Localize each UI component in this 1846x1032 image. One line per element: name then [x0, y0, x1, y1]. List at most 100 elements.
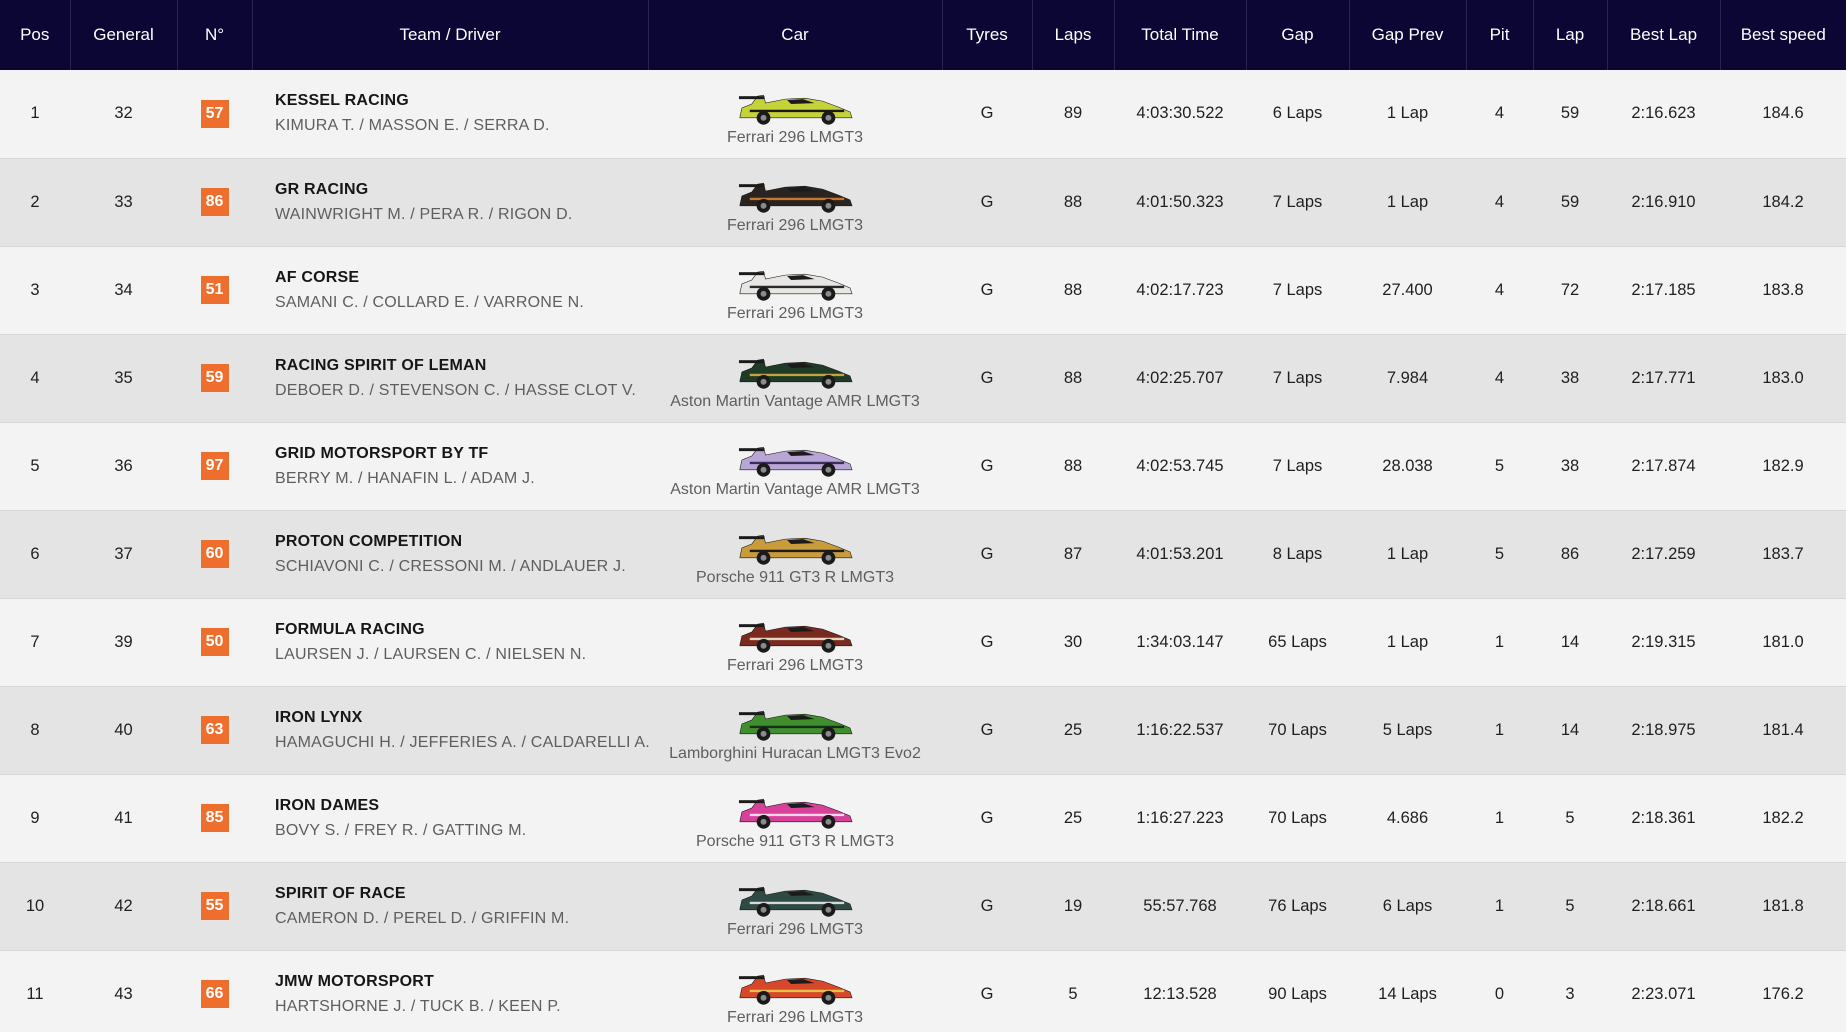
pos-cell: 7 [0, 598, 70, 687]
col-general-header[interactable]: General [70, 0, 178, 70]
car-model: Lamborghini Huracan LMGT3 Evo2 [669, 745, 921, 762]
table-row[interactable]: 11 43 66 JMW MOTORSPORT HARTSHORNE J. / … [0, 950, 1846, 1032]
col-number-header[interactable]: N° [177, 0, 253, 70]
table-row[interactable]: 3 34 51 AF CORSE SAMANI C. / COLLARD E. … [0, 246, 1846, 335]
car-cell: Ferrari 296 LMGT3 [648, 158, 942, 247]
gap-cell: 76 Laps [1246, 862, 1349, 951]
lap-cell: 5 [1533, 862, 1607, 951]
car-model: Ferrari 296 LMGT3 [726, 128, 864, 146]
gap-cell: 8 Laps [1246, 510, 1349, 599]
team-name[interactable]: SPIRIT OF RACE [275, 885, 648, 903]
team-name[interactable]: AF CORSE [275, 269, 648, 287]
pit-cell: 1 [1466, 862, 1533, 951]
team-driver-cell[interactable]: AF CORSE SAMANI C. / COLLARD E. / VARRON… [252, 246, 648, 335]
pit-cell: 5 [1466, 422, 1533, 511]
table-row[interactable]: 10 42 55 SPIRIT OF RACE CAMERON D. / PER… [0, 862, 1846, 951]
race-car-livery-icon [738, 798, 853, 829]
col-lap-header[interactable]: Lap [1533, 0, 1608, 70]
team-name[interactable]: RACING SPIRIT OF LEMAN [275, 357, 648, 375]
col-car-header[interactable]: Car [648, 0, 943, 70]
general-cell: 42 [70, 862, 177, 951]
table-row[interactable]: 7 39 50 FORMULA RACING LAURSEN J. / LAUR… [0, 598, 1846, 687]
car-model: Porsche 911 GT3 R LMGT3 [696, 569, 894, 586]
col-best-lap-header[interactable]: Best Lap [1607, 0, 1721, 70]
gap-cell: 7 Laps [1246, 246, 1349, 335]
team-driver-cell[interactable]: PROTON COMPETITION SCHIAVONI C. / CRESSO… [252, 510, 648, 599]
pit-cell: 4 [1466, 158, 1533, 247]
team-driver-cell[interactable]: KESSEL RACING KIMURA T. / MASSON E. / SE… [252, 70, 648, 159]
lap-cell: 38 [1533, 334, 1607, 423]
team-name[interactable]: GRID MOTORSPORT BY TF [275, 445, 648, 463]
gap-cell: 90 Laps [1246, 950, 1349, 1032]
best-speed-cell: 184.6 [1720, 70, 1846, 159]
total-time-cell: 4:02:53.745 [1114, 422, 1246, 511]
team-driver-cell[interactable]: GRID MOTORSPORT BY TF BERRY M. / HANAFIN… [252, 422, 648, 511]
race-car-livery-icon [738, 886, 853, 917]
lap-cell: 38 [1533, 422, 1607, 511]
best-speed-cell: 183.0 [1720, 334, 1846, 423]
col-total-time-header[interactable]: Total Time [1114, 0, 1247, 70]
car-cell: Ferrari 296 LMGT3 [648, 950, 942, 1032]
col-gap-header[interactable]: Gap [1246, 0, 1350, 70]
lap-cell: 59 [1533, 70, 1607, 159]
car-cell: Ferrari 296 LMGT3 [648, 70, 942, 159]
team-name[interactable]: PROTON COMPETITION [275, 533, 648, 551]
pos-cell: 5 [0, 422, 70, 511]
team-driver-cell[interactable]: GR RACING WAINWRIGHT M. / PERA R. / RIGO… [252, 158, 648, 247]
gap-prev-cell: 7.984 [1349, 334, 1466, 423]
laps-cell: 89 [1032, 70, 1114, 159]
car-cell: Ferrari 296 LMGT3 [648, 598, 942, 687]
table-row[interactable]: 8 40 63 IRON LYNX HAMAGUCHI H. / JEFFERI… [0, 686, 1846, 775]
tyres-cell: G [942, 422, 1032, 511]
team-name[interactable]: IRON DAMES [275, 797, 648, 815]
col-gap-prev-header[interactable]: Gap Prev [1349, 0, 1467, 70]
table-row[interactable]: 2 33 86 GR RACING WAINWRIGHT M. / PERA R… [0, 158, 1846, 247]
team-driver-cell[interactable]: IRON DAMES BOVY S. / FREY R. / GATTING M… [252, 774, 648, 863]
gap-prev-cell: 1 Lap [1349, 598, 1466, 687]
col-tyres-header[interactable]: Tyres [942, 0, 1033, 70]
general-cell: 32 [70, 70, 177, 159]
col-team-driver-header[interactable]: Team / Driver [252, 0, 649, 70]
team-driver-cell[interactable]: FORMULA RACING LAURSEN J. / LAURSEN C. /… [252, 598, 648, 687]
general-cell: 36 [70, 422, 177, 511]
gap-cell: 7 Laps [1246, 334, 1349, 423]
best-lap-cell: 2:17.771 [1607, 334, 1720, 423]
gap-cell: 70 Laps [1246, 774, 1349, 863]
col-laps-header[interactable]: Laps [1032, 0, 1115, 70]
table-row[interactable]: 9 41 85 IRON DAMES BOVY S. / FREY R. / G… [0, 774, 1846, 863]
table-row[interactable]: 1 32 57 KESSEL RACING KIMURA T. / MASSON… [0, 70, 1846, 159]
team-name[interactable]: KESSEL RACING [275, 92, 648, 110]
team-driver-cell[interactable]: JMW MOTORSPORT HARTSHORNE J. / TUCK B. /… [252, 950, 648, 1032]
car-number-badge: 63 [200, 716, 229, 744]
col-best-speed-header[interactable]: Best speed [1720, 0, 1846, 70]
pos-cell: 6 [0, 510, 70, 599]
car-number-badge: 55 [200, 892, 229, 920]
car-number-badge: 97 [200, 452, 229, 480]
lap-cell: 5 [1533, 774, 1607, 863]
col-pos-header[interactable]: Pos [0, 0, 71, 70]
team-driver-cell[interactable]: SPIRIT OF RACE CAMERON D. / PEREL D. / G… [252, 862, 648, 951]
number-cell: 57 [177, 70, 252, 159]
team-driver-cell[interactable]: RACING SPIRIT OF LEMAN DEBOER D. / STEVE… [252, 334, 648, 423]
best-speed-cell: 176.2 [1720, 950, 1846, 1032]
number-cell: 66 [177, 950, 252, 1032]
team-name[interactable]: JMW MOTORSPORT [275, 973, 648, 991]
driver-names: WAINWRIGHT M. / PERA R. / RIGON D. [275, 205, 573, 223]
team-name[interactable]: GR RACING [275, 181, 648, 199]
team-driver-cell[interactable]: IRON LYNX HAMAGUCHI H. / JEFFERIES A. / … [252, 686, 650, 775]
gap-prev-cell: 6 Laps [1349, 862, 1466, 951]
team-name[interactable]: FORMULA RACING [275, 621, 648, 639]
gap-prev-cell: 14 Laps [1349, 950, 1466, 1032]
results-table: Pos General N° Team / Driver Car Tyres Laps Tot… [0, 0, 1846, 1032]
table-row[interactable]: 4 35 59 RACING SPIRIT OF LEMAN DEBOER D.… [0, 334, 1846, 423]
lap-cell: 72 [1533, 246, 1607, 335]
team-name[interactable]: IRON LYNX [275, 709, 648, 727]
best-lap-cell: 2:23.071 [1607, 950, 1720, 1032]
table-row[interactable]: 6 37 60 PROTON COMPETITION SCHIAVONI C. … [0, 510, 1846, 599]
general-cell: 35 [70, 334, 177, 423]
gap-prev-cell: 1 Lap [1349, 510, 1466, 599]
col-pit-header[interactable]: Pit [1466, 0, 1534, 70]
gap-prev-cell: 1 Lap [1349, 158, 1466, 247]
laps-cell: 88 [1032, 246, 1114, 335]
table-row[interactable]: 5 36 97 GRID MOTORSPORT BY TF BERRY M. /… [0, 422, 1846, 511]
